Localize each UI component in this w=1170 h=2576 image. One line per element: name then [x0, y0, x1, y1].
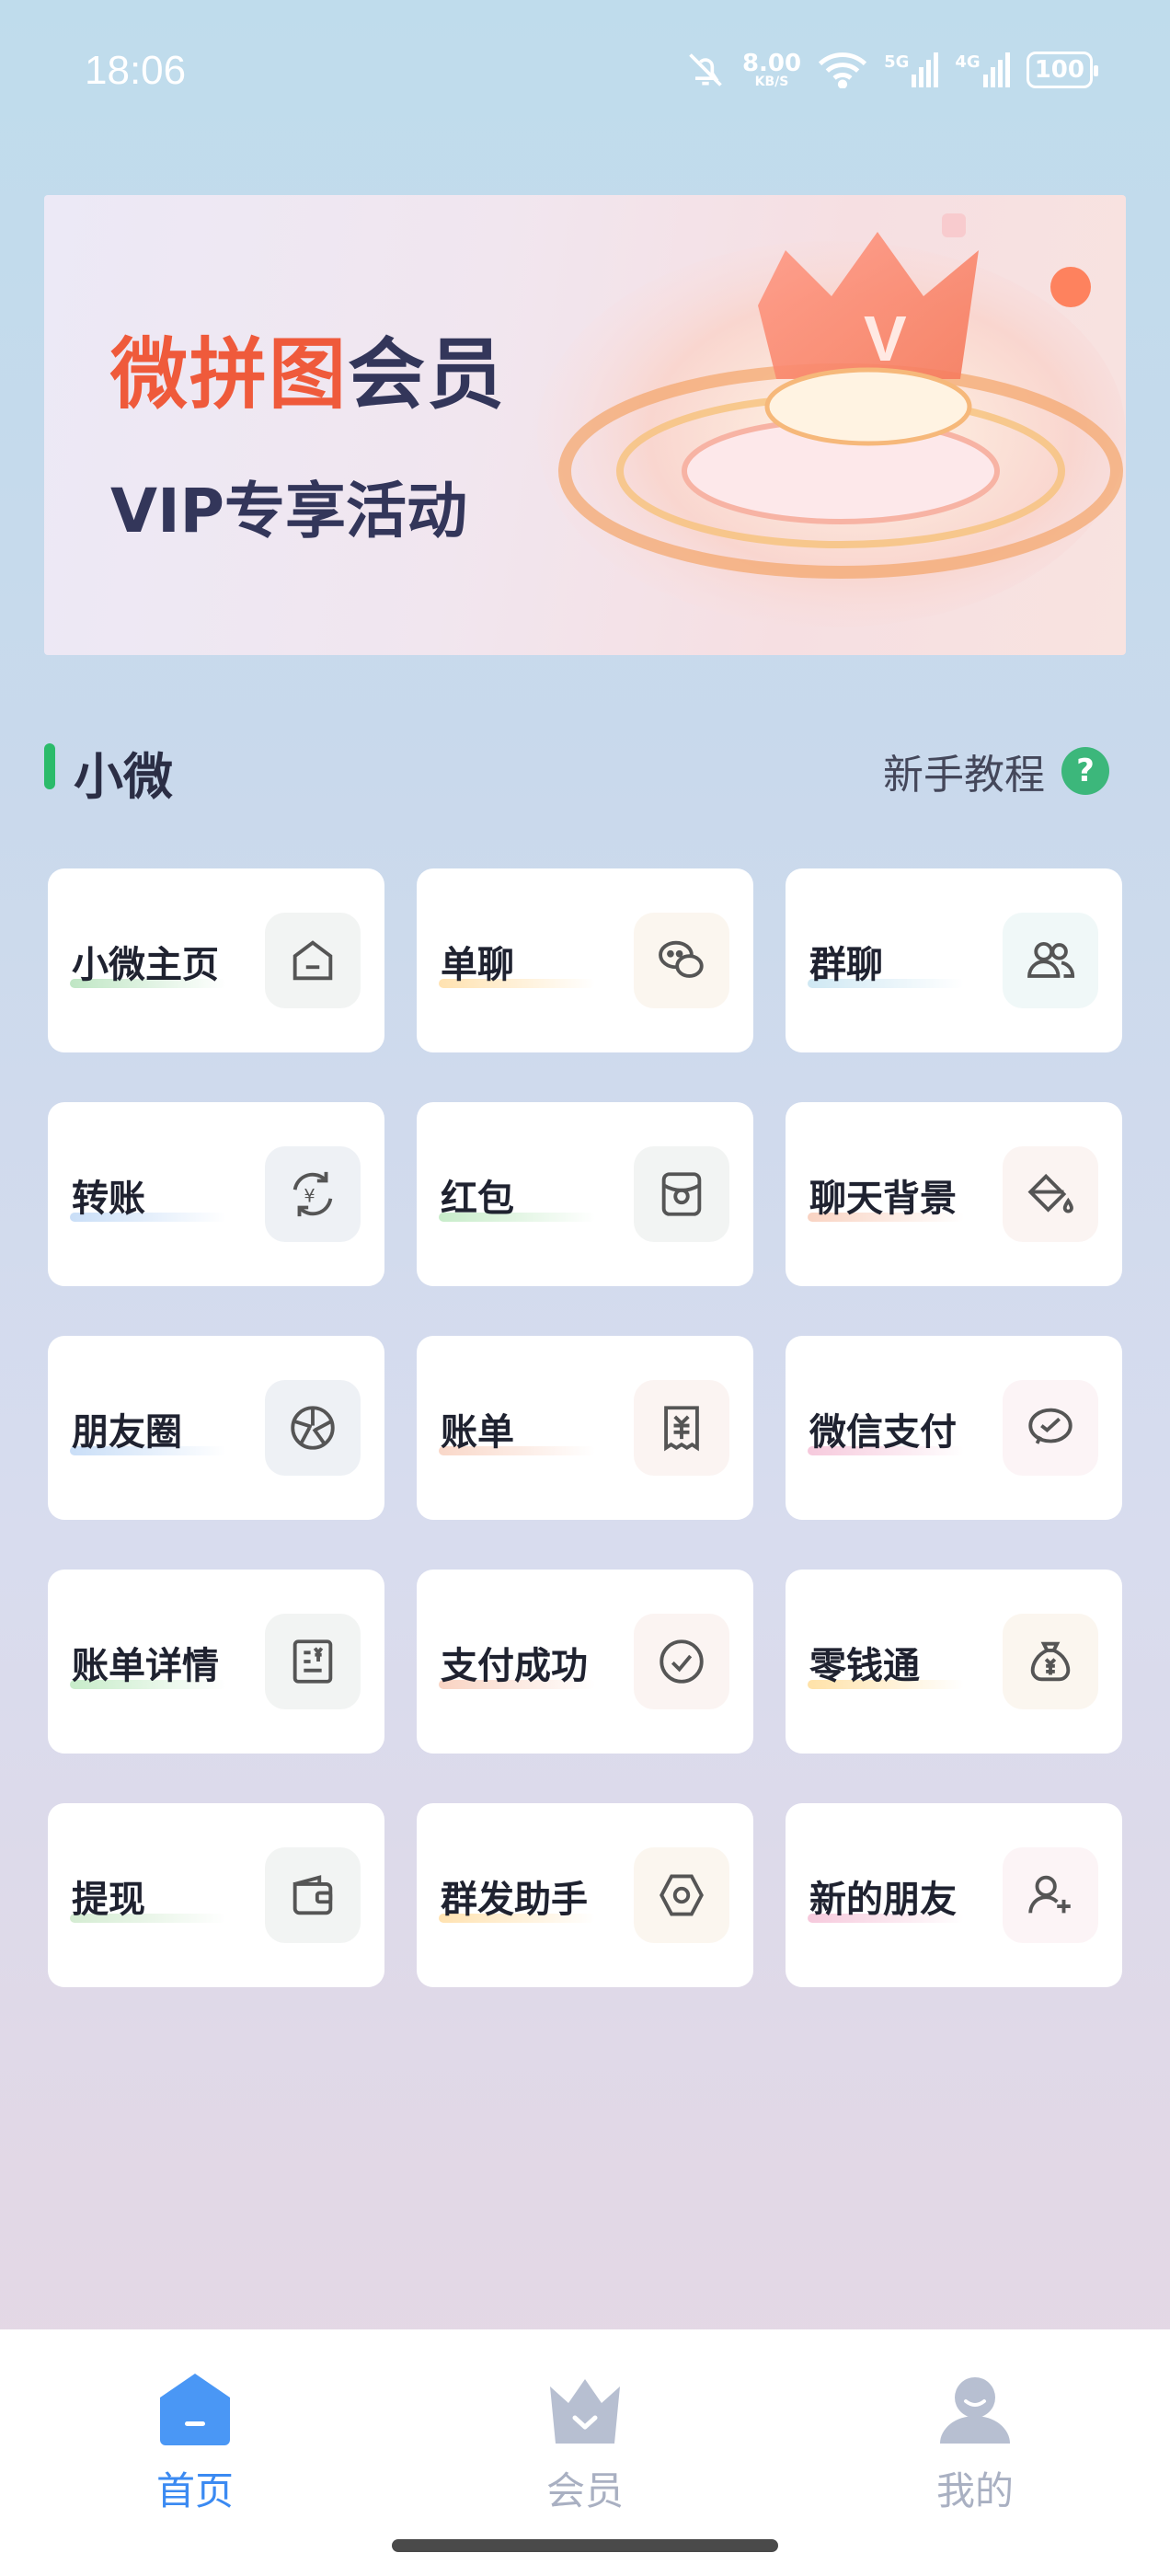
nav-vip-label: 会员: [545, 2468, 624, 2513]
chat-icon: [659, 940, 704, 978]
icon-tile: [634, 1146, 729, 1242]
banner-title-rest: 会员: [348, 329, 507, 420]
tool-card-change-wallet[interactable]: 零钱通: [786, 1570, 1122, 1754]
tool-label: 朋友圈: [72, 1411, 182, 1454]
icon-tile: [1003, 913, 1098, 1008]
signal-5g: 5G: [884, 52, 939, 87]
net-speed-unit: KB/S: [754, 75, 789, 89]
receipt-icon: [664, 1406, 699, 1452]
tool-label: 账单详情: [72, 1645, 219, 1687]
banner-title: 微拼图会员: [110, 313, 506, 424]
wallet-icon: [292, 1875, 333, 1915]
nav-vip[interactable]: 会员: [493, 2366, 677, 2516]
tool-card-private-chat[interactable]: 单聊: [417, 868, 753, 1052]
mute-icon: [689, 53, 722, 86]
tool-card-homepage[interactable]: 小微主页: [48, 868, 384, 1052]
tool-label: 账单: [441, 1411, 514, 1454]
tool-card-chat-background[interactable]: 聊天背景: [786, 1102, 1122, 1286]
icon-tile: [634, 1380, 729, 1476]
tool-card-broadcast-assistant[interactable]: 群发助手: [417, 1803, 753, 1987]
banner-title-highlight: 微拼图: [110, 329, 349, 420]
tool-label: 新的朋友: [809, 1879, 957, 1921]
icon-tile: [265, 1614, 361, 1709]
icon-tile: [265, 913, 361, 1008]
tool-label: 群聊: [809, 944, 883, 986]
icon-tile: [634, 1614, 729, 1709]
status-bar: 18:06 8.00 KB/S 5G 4G 100: [0, 0, 1170, 147]
section-header: 小微 新手教程 ?: [44, 736, 1126, 806]
home-indicator[interactable]: [392, 2539, 778, 2552]
nav-home[interactable]: 首页: [103, 2366, 287, 2516]
icon-tile: [634, 1847, 729, 1943]
icon-tile: [1003, 1380, 1098, 1476]
signal-4g: 4G: [955, 52, 1010, 87]
wifi-icon: [818, 52, 867, 88]
signal-5g-label: 5G: [884, 52, 910, 72]
group-icon: [1027, 941, 1075, 978]
svg-text:¥: ¥: [304, 1185, 315, 1206]
crown-illustration: V: [537, 213, 1126, 627]
icon-tile: ¥: [265, 1146, 361, 1242]
net-speed: 8.00 KB/S: [742, 52, 801, 88]
tool-label: 微信支付: [809, 1411, 957, 1454]
red-packet-icon: [661, 1172, 702, 1216]
icon-tile: [265, 1847, 361, 1943]
net-speed-value: 8.00: [741, 50, 802, 77]
section-title: 小微: [74, 748, 173, 806]
tool-card-wechat-pay[interactable]: 微信支付: [786, 1336, 1122, 1520]
tool-card-group-chat[interactable]: 群聊: [786, 868, 1122, 1052]
home-tab-icon: [160, 2374, 230, 2445]
tool-label: 转账: [72, 1178, 145, 1220]
section-accent-bar: [44, 743, 55, 789]
tool-label: 小微主页: [72, 944, 219, 986]
icon-tile: [265, 1380, 361, 1476]
tool-card-red-packet[interactable]: 红包: [417, 1102, 753, 1286]
bill-detail-icon: [292, 1639, 333, 1684]
icon-tile: [1003, 1614, 1098, 1709]
tool-card-bill-detail[interactable]: 账单详情: [48, 1570, 384, 1754]
tool-card-new-friends[interactable]: 新的朋友: [786, 1803, 1122, 1987]
home-icon: [292, 940, 333, 981]
icon-tile: [1003, 1146, 1098, 1242]
tool-card-moments[interactable]: 朋友圈: [48, 1336, 384, 1520]
tool-label: 单聊: [441, 944, 514, 986]
status-time: 18:06: [85, 48, 187, 93]
tool-label: 群发助手: [441, 1879, 588, 1921]
tool-label: 零钱通: [809, 1645, 920, 1687]
icon-tile: [1003, 1847, 1098, 1943]
check-circle-icon: [660, 1639, 704, 1684]
status-icons: 8.00 KB/S 5G 4G 100: [685, 50, 1099, 90]
nav-mine[interactable]: 我的: [883, 2366, 1067, 2516]
tutorial-label: 新手教程: [883, 752, 1045, 799]
pay-icon: [1028, 1408, 1072, 1444]
tool-card-withdraw[interactable]: 提现: [48, 1803, 384, 1987]
profile-tab-icon: [940, 2377, 1010, 2444]
tutorial-link[interactable]: 新手教程 ?: [883, 742, 1109, 800]
money-bag-icon: [1030, 1641, 1071, 1682]
moments-icon: [291, 1406, 335, 1450]
hexagon-icon: [660, 1874, 704, 1916]
battery-indicator: 100: [1026, 52, 1099, 88]
nav-mine-label: 我的: [935, 2468, 1014, 2513]
tool-label: 支付成功: [441, 1645, 588, 1687]
tool-card-bill[interactable]: 账单: [417, 1336, 753, 1520]
tool-card-transfer[interactable]: 转账 ¥: [48, 1102, 384, 1286]
add-friend-icon: [1028, 1875, 1071, 1914]
nav-home-label: 首页: [155, 2468, 234, 2513]
icon-tile: [634, 913, 729, 1008]
tool-grid: 小微主页 单聊 群聊 转账 ¥ 红包 聊天背景 朋友圈 账单 微信支付 账单详情…: [48, 868, 1122, 1987]
vip-banner[interactable]: V 微拼图会员 VIP专享活动: [44, 195, 1126, 655]
crown-tab-icon: [550, 2379, 620, 2444]
tool-label: 提现: [72, 1879, 145, 1921]
tool-label: 红包: [441, 1178, 514, 1220]
paint-bucket-icon: [1027, 1173, 1073, 1213]
tool-label: 聊天背景: [809, 1178, 957, 1220]
svg-text:V: V: [864, 303, 907, 374]
tool-card-payment-success[interactable]: 支付成功: [417, 1570, 753, 1754]
banner-subtitle: VIP专享活动: [110, 476, 468, 546]
transfer-icon: ¥: [292, 1171, 333, 1217]
signal-4g-label: 4G: [955, 52, 981, 72]
help-icon: ?: [1061, 747, 1109, 795]
